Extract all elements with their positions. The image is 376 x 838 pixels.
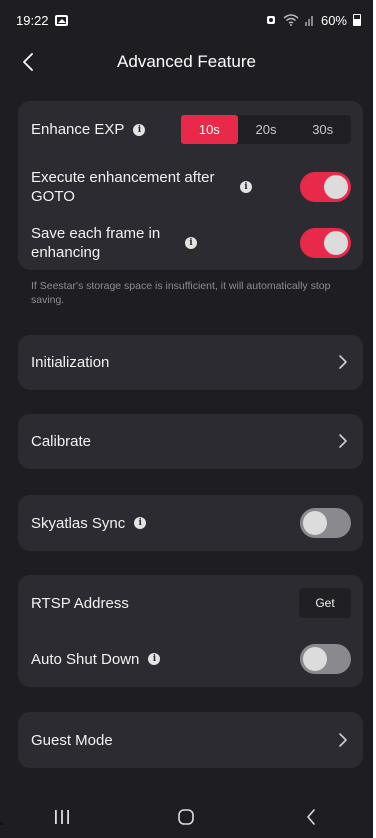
save-frame-row: Save each frame in enhancing i — [18, 223, 363, 263]
enhance-exp-selector: 10s 20s 30s — [181, 115, 351, 144]
rtsp-get-button[interactable]: Get — [299, 588, 351, 618]
battery-percent: 60% — [320, 12, 347, 28]
skyatlas-label: Skyatlas Sync — [31, 514, 126, 532]
chevron-left-icon — [23, 53, 33, 71]
guest-mode-row: Guest Mode — [18, 712, 363, 768]
status-time: 19:22 — [16, 12, 49, 28]
header: Advanced Feature — [0, 40, 373, 84]
home-button[interactable] — [166, 802, 206, 832]
execute-enhancement-row: Execute enhancement after GOTO i — [18, 167, 363, 207]
battery-icon — [353, 14, 361, 26]
exp-option-10s[interactable]: 10s — [181, 115, 238, 144]
skyatlas-card: Skyatlas Sync i — [18, 495, 363, 551]
auto-shutdown-label: Auto Shut Down — [31, 650, 140, 668]
calibrate-row: Calibrate — [18, 414, 363, 469]
rtsp-shutdown-card: RTSP Address Get Auto Shut Down i — [18, 575, 363, 687]
initialization-label: Initialization — [31, 354, 110, 371]
chevron-right-icon — [339, 355, 347, 369]
gallery-icon — [54, 14, 68, 26]
info-icon[interactable]: i — [134, 517, 147, 529]
screen: 19:22 60% Advanced Feature Enhance EXP i… — [0, 0, 376, 838]
save-frame-toggle[interactable] — [300, 228, 351, 258]
system-nav-bar — [0, 795, 373, 838]
page-title: Advanced Feature — [117, 52, 256, 71]
skyatlas-row: Skyatlas Sync i — [18, 495, 363, 551]
exp-option-30s[interactable]: 30s — [294, 115, 351, 144]
nav-back-button[interactable] — [291, 802, 331, 832]
signal-icon — [304, 16, 313, 26]
guest-mode-item[interactable]: Guest Mode — [18, 712, 363, 768]
calibrate-label: Calibrate — [31, 433, 92, 450]
calibrate-item[interactable]: Calibrate — [18, 414, 363, 469]
recent-apps-icon — [55, 809, 70, 824]
initialization-row: Initialization — [18, 335, 363, 390]
chevron-right-icon — [339, 733, 347, 747]
save-frame-label: Save each frame in enhancing — [31, 225, 161, 261]
info-icon[interactable]: i — [240, 181, 252, 193]
info-icon[interactable]: i — [148, 653, 161, 665]
execute-enhancement-label: Execute enhancement after GOTO — [31, 169, 215, 205]
enhance-exp-label: Enhance EXP — [31, 121, 125, 138]
rtsp-row: RTSP Address Get — [18, 588, 363, 618]
toggle-knob — [303, 647, 327, 671]
execute-enhancement-toggle[interactable] — [300, 172, 351, 202]
status-bar: 19:22 60% — [0, 0, 373, 40]
corner-mark — [0, 822, 3, 825]
auto-shutdown-row: Auto Shut Down i — [18, 644, 363, 674]
rtsp-label: RTSP Address — [31, 594, 129, 612]
auto-shutdown-toggle[interactable] — [300, 644, 351, 674]
toggle-knob — [324, 231, 348, 255]
enhance-card: Enhance EXP i 10s 20s 30s Execute enhanc… — [18, 101, 363, 270]
chevron-right-icon — [339, 434, 347, 448]
info-icon[interactable]: i — [133, 123, 146, 136]
app-window: 19:22 60% Advanced Feature Enhance EXP i… — [0, 0, 373, 838]
status-left: 19:22 — [16, 13, 68, 28]
toggle-knob — [303, 511, 327, 535]
toggle-knob — [324, 175, 348, 199]
alarm-icon — [266, 16, 275, 24]
initialization-item[interactable]: Initialization — [18, 335, 363, 390]
back-icon — [307, 808, 315, 825]
recent-apps-button[interactable] — [42, 802, 82, 832]
status-right: 60% — [265, 13, 361, 28]
wifi-icon — [283, 14, 299, 26]
enhance-exp-row: Enhance EXP i 10s 20s 30s — [18, 115, 363, 144]
storage-note: If Seestar's storage space is insufficie… — [31, 280, 331, 306]
info-icon[interactable]: i — [185, 237, 197, 249]
skyatlas-toggle[interactable] — [300, 508, 351, 538]
guest-mode-label: Guest Mode — [31, 731, 113, 749]
home-icon — [178, 808, 195, 825]
exp-option-20s[interactable]: 20s — [238, 115, 295, 144]
back-button[interactable] — [14, 48, 42, 76]
